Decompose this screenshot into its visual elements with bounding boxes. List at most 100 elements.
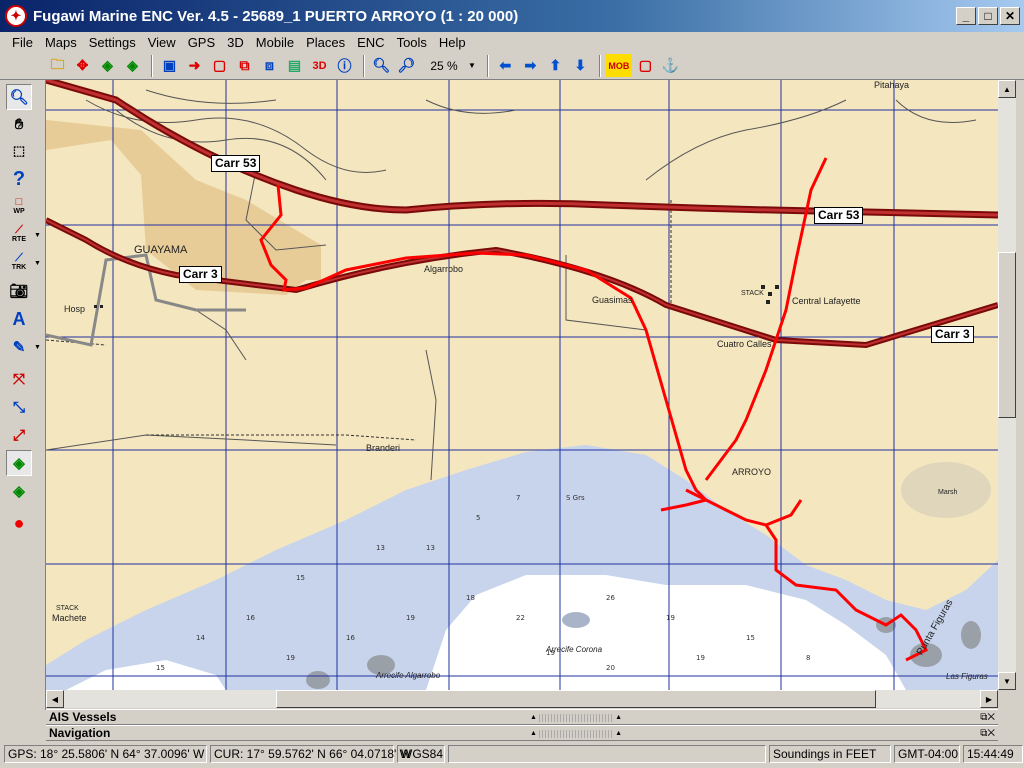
mark-icon[interactable]: ▢ (634, 54, 657, 77)
svg-text:22: 22 (516, 614, 525, 622)
menu-help[interactable]: Help (433, 35, 472, 50)
gps-position-icon[interactable]: ● (6, 510, 32, 536)
zoom-level-select[interactable]: 25 % (422, 57, 466, 75)
chart-image-icon[interactable]: ▤ (283, 54, 306, 77)
map-contours (46, 89, 977, 481)
waypoint-icon[interactable]: □ WP (6, 194, 32, 220)
svg-text:14: 14 (196, 634, 205, 642)
goto-waypoint-icon[interactable]: ⤧ (6, 366, 32, 392)
gps-status: GPS: 18° 25.5806' N 64° 37.0096' W (4, 745, 207, 763)
place-label: Machete (52, 613, 87, 623)
map-layers-icon[interactable]: ◈ (96, 54, 119, 77)
track-layer-icon[interactable]: ◈ (6, 450, 32, 476)
route-arrow-icon[interactable]: ➜ (183, 54, 206, 77)
minimize-icon[interactable]: _ (956, 7, 976, 25)
place-label: STACK (56, 605, 79, 612)
tool-palette: 🔍︎ ✋︎ ⬚ ? □ WP ⟋ RTE ▼ ⟋ TRK ▼ 📷︎ A ✎ ▼ ⤧ ⤡… (0, 80, 46, 710)
reef-icon (961, 621, 981, 649)
panel-restore-icon[interactable]: ⧉✕ (980, 728, 995, 739)
railway (46, 200, 672, 441)
scroll-down-icon[interactable]: ▼ (998, 672, 1016, 690)
compass-icon[interactable]: A (6, 306, 32, 332)
help-icon[interactable]: ? (6, 166, 32, 192)
open-folder-icon[interactable]: 🗀 (46, 54, 69, 77)
place-label: Central Lafayette (792, 296, 861, 306)
collapse-down-icon[interactable]: ▲ (615, 730, 622, 737)
route-icon[interactable]: ⟋ RTE (6, 222, 32, 248)
map-window-icon[interactable]: ▣ (158, 54, 181, 77)
hand-tool-icon[interactable]: ✋︎ (6, 111, 32, 137)
3d-view-icon[interactable]: 3D (308, 54, 331, 77)
expand-up-icon[interactable]: ▲ (530, 730, 537, 737)
reverse-route-icon[interactable]: ⤢ (6, 422, 32, 448)
vertical-scrollbar[interactable]: ▲ ▼ (998, 80, 1016, 690)
menu-gps[interactable]: GPS (182, 35, 221, 50)
select-rect-icon[interactable]: ⬚ (6, 138, 32, 164)
map-layers-alt-icon[interactable]: ◈ (121, 54, 144, 77)
compass-logo-icon[interactable]: ✦ (5, 5, 27, 27)
panel-restore-icon[interactable]: ⧉✕ (980, 712, 995, 723)
menu-places[interactable]: Places (300, 35, 351, 50)
pan-right-icon[interactable]: ➡ (519, 54, 542, 77)
frame-icon[interactable]: ▢ (208, 54, 231, 77)
chart-canvas[interactable]: 5 7 S Grs 13 13 15 16 14 15 18 22 26 19 15 8 19 16 1… (46, 80, 998, 690)
vertical-scroll-thumb[interactable] (998, 252, 1016, 418)
expand-up-icon[interactable]: ▲ (530, 714, 537, 721)
horizontal-scroll-thumb[interactable] (276, 690, 876, 708)
collapse-down-icon[interactable]: ▲ (615, 714, 622, 721)
menu-file[interactable]: File (6, 35, 39, 50)
map-layer-icon[interactable]: ◈ (6, 478, 32, 504)
close-icon[interactable]: ✕ (1000, 7, 1020, 25)
anchor-icon[interactable]: ⚓ (659, 54, 682, 77)
pan-down-icon[interactable]: ⬇ (569, 54, 592, 77)
soundings-units: Soundings in FEET (769, 745, 891, 763)
chevron-down-icon[interactable]: ▼ (34, 260, 41, 267)
panel-grip[interactable]: ▲ ▲ (530, 712, 622, 723)
panel-title: AIS Vessels (49, 710, 117, 724)
chevron-down-icon[interactable]: ▼ (34, 232, 41, 239)
menu-tools[interactable]: Tools (391, 35, 433, 50)
chevron-down-icon[interactable]: ▼ (34, 344, 41, 351)
pan-up-icon[interactable]: ⬆ (544, 54, 567, 77)
title-bar: ✦ Fugawi Marine ENC Ver. 4.5 - 25689_1 P… (0, 0, 1024, 32)
frame-track-icon[interactable]: ⧉ (233, 54, 256, 77)
camera-icon[interactable]: 📷︎ (6, 278, 32, 304)
zoom-tool-icon[interactable]: 🔍︎ (6, 84, 32, 110)
navigation-panel[interactable]: Navigation ▲ ▲ ⧉✕ (46, 725, 998, 741)
pencil-icon[interactable]: ✎ (6, 334, 32, 360)
toolbar-separator (598, 54, 601, 77)
menu-mobile[interactable]: Mobile (250, 35, 300, 50)
toolbar-separator (363, 54, 365, 77)
menu-3d[interactable]: 3D (221, 35, 250, 50)
maximize-icon[interactable]: □ (978, 7, 998, 25)
scroll-left-icon[interactable]: ◀ (46, 690, 64, 708)
horizontal-scrollbar[interactable]: ◀ ▶ (46, 690, 998, 708)
track-icon[interactable]: ⟋ TRK (6, 250, 32, 276)
zoom-in-icon[interactable]: 🔎︎ (395, 54, 418, 77)
reef-icon (562, 612, 590, 628)
frame-fit-icon[interactable]: ⧈ (258, 54, 281, 77)
place-label: Cuatro Calles (717, 339, 772, 349)
info-icon[interactable]: ⓘ (333, 54, 356, 77)
follow-route-icon[interactable]: ⤡ (6, 394, 32, 420)
scroll-right-icon[interactable]: ▶ (980, 690, 998, 708)
status-bar: GPS: 18° 25.5806' N 64° 37.0096' W CUR: … (0, 742, 1024, 766)
ais-vessels-panel[interactable]: AIS Vessels ▲ ▲ ⧉✕ (46, 709, 998, 725)
road-label: Carr 53 (211, 155, 261, 172)
svg-text:19: 19 (406, 614, 415, 622)
menu-view[interactable]: View (142, 35, 182, 50)
zoom-out-icon[interactable]: 🔍︎ (370, 54, 393, 77)
menu-maps[interactable]: Maps (39, 35, 83, 50)
chart-view[interactable]: 5 7 S Grs 13 13 15 16 14 15 18 22 26 19 15 8 19 16 1… (46, 80, 998, 690)
man-overboard-icon[interactable]: MOB (605, 54, 632, 77)
chevron-down-icon[interactable]: ▼ (468, 61, 476, 70)
datum: WGS84 (397, 745, 445, 763)
move-map-icon[interactable]: ✥ (71, 54, 94, 77)
svg-text:S Grs: S Grs (566, 494, 585, 502)
panel-grip[interactable]: ▲ ▲ (530, 728, 622, 739)
mob-label: MOB (608, 60, 630, 71)
menu-settings[interactable]: Settings (83, 35, 142, 50)
pan-left-icon[interactable]: ⬅ (494, 54, 517, 77)
scroll-up-icon[interactable]: ▲ (998, 80, 1016, 98)
menu-enc[interactable]: ENC (351, 35, 390, 50)
